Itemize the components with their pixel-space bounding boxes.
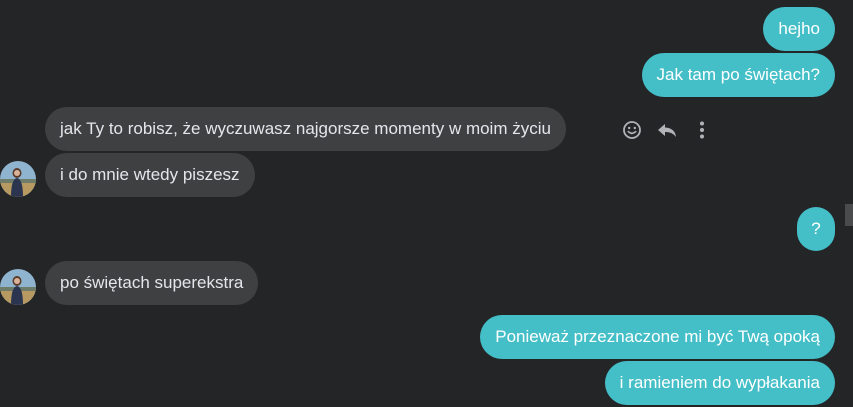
message-bubble-incoming[interactable]: i do mnie wtedy piszesz bbox=[45, 153, 255, 197]
avatar[interactable] bbox=[0, 161, 36, 197]
reply-arrow-icon[interactable] bbox=[655, 118, 679, 142]
message-bubble-incoming[interactable]: jak Ty to robisz, że wyczuwasz najgorsze… bbox=[45, 107, 566, 151]
avatar[interactable] bbox=[0, 269, 36, 305]
more-vertical-icon[interactable] bbox=[690, 118, 714, 142]
chat-thread: hejho Jak tam po świętach? jak Ty to rob… bbox=[0, 0, 853, 407]
smiley-react-icon[interactable] bbox=[620, 118, 644, 142]
message-bubble-outgoing[interactable]: Jak tam po świętach? bbox=[641, 53, 835, 97]
scrollbar-thumb[interactable] bbox=[845, 204, 853, 226]
message-bubble-outgoing[interactable]: ? bbox=[797, 207, 835, 251]
message-bubble-outgoing[interactable]: hejho bbox=[763, 7, 835, 51]
message-bubble-incoming[interactable]: po świętach superekstra bbox=[45, 261, 259, 305]
message-bubble-outgoing[interactable]: i ramieniem do wypłakania bbox=[604, 361, 835, 405]
message-bubble-outgoing[interactable]: Ponieważ przeznaczone mi być Twą opoką bbox=[480, 315, 835, 359]
